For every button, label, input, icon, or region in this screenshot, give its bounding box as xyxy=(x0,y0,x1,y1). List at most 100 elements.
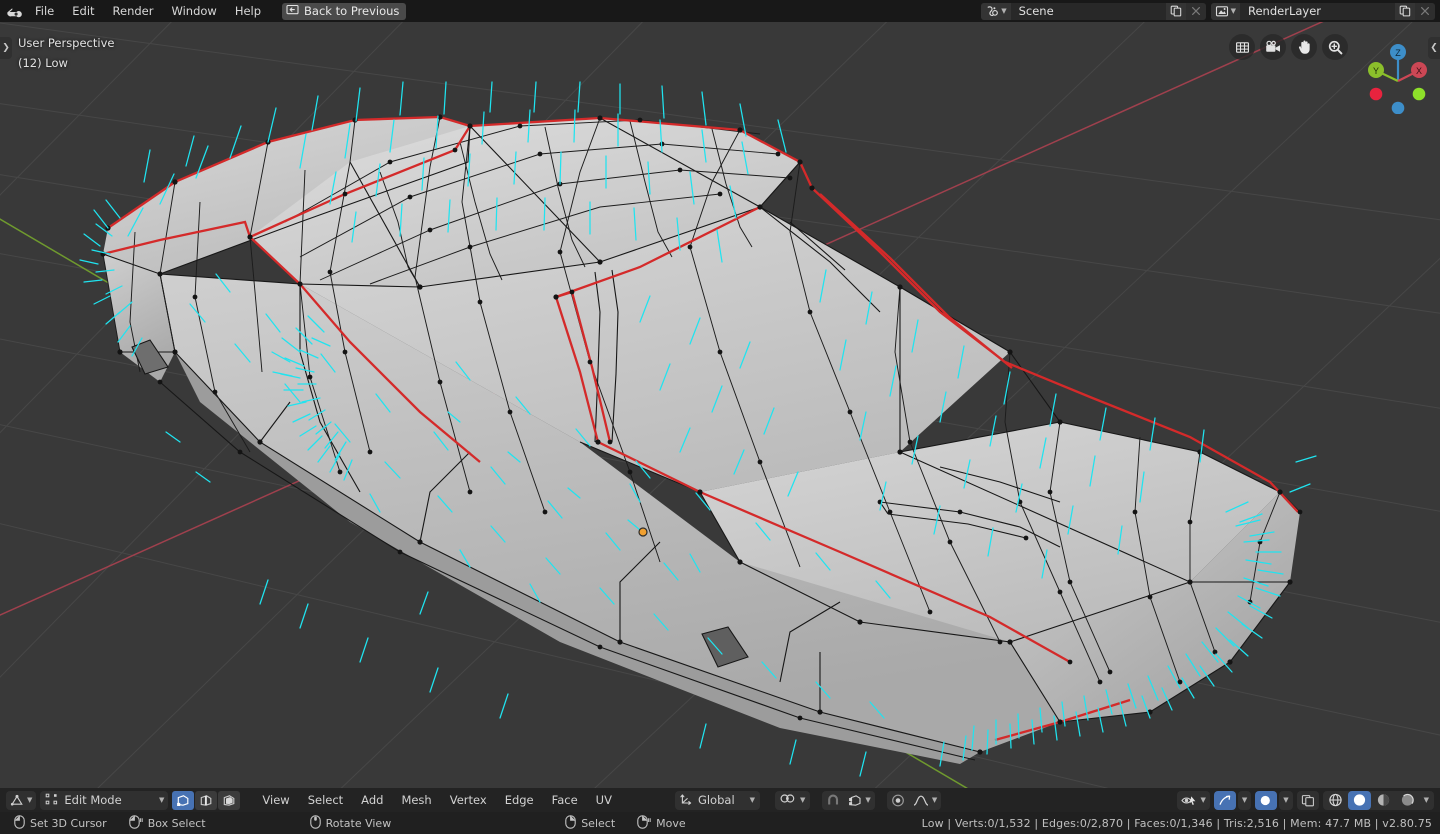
visibility-group: ▼ xyxy=(1177,790,1210,810)
menu-edge[interactable]: Edge xyxy=(498,791,541,810)
edit-mode-icon xyxy=(45,793,58,808)
pan-view-icon[interactable] xyxy=(1291,34,1317,60)
back-to-previous-button[interactable]: Back to Previous xyxy=(282,2,407,20)
menu-face[interactable]: Face xyxy=(545,791,585,810)
shading-solid[interactable] xyxy=(1347,790,1371,810)
viewport-header-right-group: ▼ ▼ ▼ ▼ xyxy=(1177,790,1434,810)
view-layer-selector[interactable]: ▼ RenderLayer xyxy=(1210,2,1435,20)
3d-viewport[interactable]: .wire { fill:none; stroke:#171717; strok… xyxy=(0,22,1440,788)
camera-view-icon[interactable] xyxy=(1260,34,1286,60)
overlays-popover[interactable]: ▼ xyxy=(1237,790,1252,810)
view-layer-icon[interactable]: ▼ xyxy=(1210,2,1240,20)
scene-name-field[interactable]: Scene xyxy=(1010,2,1166,20)
mouse-right-icon xyxy=(565,814,576,832)
snap-magnet-toggle[interactable] xyxy=(822,791,844,810)
face-select-mode[interactable] xyxy=(218,790,241,810)
status-move-label: Move xyxy=(656,816,686,830)
expand-left-panel-icon[interactable]: ❯ xyxy=(0,37,12,59)
mouse-left-drag-icon xyxy=(128,814,143,832)
proportional-editing-group: ▼ xyxy=(886,790,942,810)
shading-wireframe[interactable] xyxy=(1324,791,1347,810)
scene-statistics: Low | Verts:0/1,532 | Edges:0/2,870 | Fa… xyxy=(921,816,1432,830)
shading-popover[interactable]: ▼ xyxy=(1420,791,1433,810)
chevron-down-icon: ▼ xyxy=(865,795,871,804)
scene-selector[interactable]: ▼ Scene xyxy=(981,2,1206,20)
new-scene-button[interactable] xyxy=(1165,2,1186,20)
mouse-left-icon xyxy=(14,814,25,832)
xray-group: ▼ xyxy=(1255,790,1293,810)
viewport-nav-buttons xyxy=(1229,34,1348,60)
chevron-down-icon: ▼ xyxy=(749,795,756,804)
gizmo-toggle[interactable] xyxy=(1297,791,1319,810)
mesh-select-mode-group xyxy=(172,790,241,810)
eye-cursor-icon[interactable]: ▼ xyxy=(1177,791,1209,810)
mouse-middle-icon xyxy=(309,814,321,832)
overlays-toggle[interactable] xyxy=(1213,790,1236,810)
edge-select-mode[interactable] xyxy=(195,790,218,810)
menu-edit[interactable]: Edit xyxy=(63,0,103,22)
status-set-3d-cursor-label: Set 3D Cursor xyxy=(30,816,107,830)
chevron-down-icon: ▼ xyxy=(27,795,33,804)
vertex-select-mode[interactable] xyxy=(172,790,195,810)
chevron-down-icon: ▼ xyxy=(1001,6,1007,15)
chevron-down-icon: ▼ xyxy=(159,795,165,804)
chevron-down-icon: ▼ xyxy=(1283,795,1289,804)
menu-uv[interactable]: UV xyxy=(589,791,619,810)
axis-label-z: Z xyxy=(1395,48,1401,58)
chevron-down-icon: ▼ xyxy=(1241,795,1248,804)
xray-popover[interactable]: ▼ xyxy=(1279,790,1293,810)
gizmo-group xyxy=(1296,790,1319,810)
transform-orientation-dropdown[interactable]: Global ▼ xyxy=(674,790,761,810)
back-to-previous-icon xyxy=(286,4,299,19)
remove-view-layer-button[interactable] xyxy=(1415,2,1435,20)
snapping-group: ▼ xyxy=(822,790,875,810)
transform-orientation-label: Global xyxy=(697,793,735,807)
interaction-mode-label: Edit Mode xyxy=(64,793,122,807)
proportional-falloff-dropdown[interactable]: ▼ xyxy=(909,791,941,810)
status-box-select: Box Select xyxy=(128,814,206,832)
topbar-right-group: ▼ Scene ▼ RenderLayer xyxy=(981,2,1440,20)
menu-file[interactable]: File xyxy=(26,0,63,22)
xray-toggle[interactable] xyxy=(1255,790,1278,810)
scene-icon[interactable]: ▼ xyxy=(981,2,1011,20)
viewport-canvas[interactable]: .wire { fill:none; stroke:#171717; strok… xyxy=(0,22,1440,788)
navigation-axis-gizmo[interactable]: Z Y X xyxy=(1366,36,1428,118)
menu-select[interactable]: Select xyxy=(301,791,350,810)
shading-rendered[interactable] xyxy=(1396,791,1419,810)
pivot-point-dropdown[interactable]: ▼ xyxy=(775,790,811,810)
orientation-axes-icon xyxy=(680,792,693,808)
axis-label-y: Y xyxy=(1373,66,1379,76)
snap-target-dropdown[interactable]: ▼ xyxy=(844,791,874,810)
status-move: Move xyxy=(637,814,686,832)
viewport-header: ▼ Edit Mode ▼ View Select Add Mesh Verte… xyxy=(0,788,1440,812)
toggle-orthographic-icon[interactable] xyxy=(1229,34,1255,60)
car-mesh-object xyxy=(79,81,1317,777)
status-select-label: Select xyxy=(581,816,616,830)
zoom-view-icon[interactable] xyxy=(1322,34,1348,60)
chevron-down-icon: ▼ xyxy=(931,795,938,804)
unlink-scene-button[interactable] xyxy=(1185,2,1206,20)
chevron-down-icon: ▼ xyxy=(800,795,806,804)
status-select: Select xyxy=(565,814,616,832)
new-view-layer-button[interactable] xyxy=(1395,2,1415,20)
menu-help[interactable]: Help xyxy=(226,0,270,22)
shading-material[interactable] xyxy=(1372,791,1395,810)
pivot-point-icon xyxy=(780,792,795,808)
editor-type-selector[interactable]: ▼ xyxy=(6,790,37,810)
menu-view[interactable]: View xyxy=(255,791,296,810)
proportional-edit-toggle[interactable] xyxy=(887,791,909,810)
view-layer-name-field[interactable]: RenderLayer xyxy=(1240,2,1395,20)
editor-type-3dview-icon[interactable]: ▼ xyxy=(6,791,36,810)
menu-window[interactable]: Window xyxy=(162,0,225,22)
object-origin-marker xyxy=(638,527,648,537)
interaction-mode-dropdown[interactable]: Edit Mode ▼ xyxy=(40,790,169,810)
status-rotate-view: Rotate View xyxy=(309,814,391,832)
menu-add[interactable]: Add xyxy=(354,791,390,810)
menu-vertex[interactable]: Vertex xyxy=(443,791,494,810)
expand-right-panel-icon[interactable]: ❮ xyxy=(1428,37,1440,59)
chevron-down-icon: ▼ xyxy=(1200,795,1206,804)
blender-window: File Edit Render Window Help Back to Pre… xyxy=(0,0,1440,834)
blender-logo-icon[interactable] xyxy=(0,0,26,22)
menu-mesh[interactable]: Mesh xyxy=(394,791,438,810)
menu-render[interactable]: Render xyxy=(104,0,163,22)
